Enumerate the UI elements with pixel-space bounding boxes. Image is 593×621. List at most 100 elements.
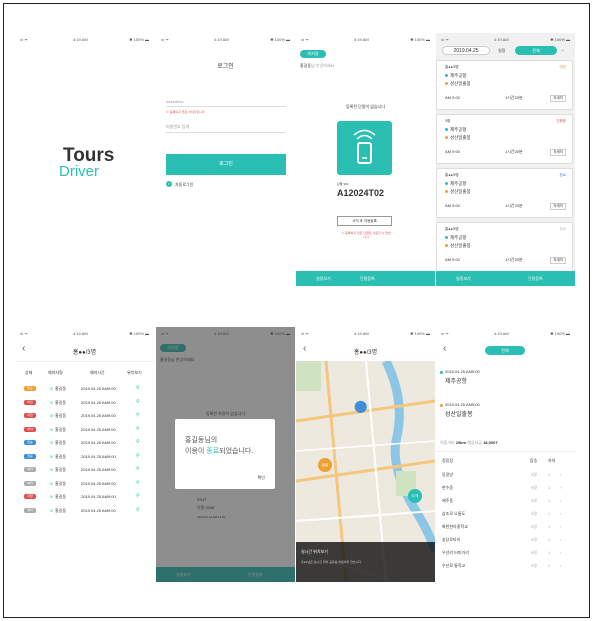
start-pin[interactable]: 출발: [318, 458, 332, 472]
dialog-line1: 홍길동님의: [185, 437, 218, 444]
col-alight: 하차: [548, 458, 556, 463]
location-pin-icon[interactable]: ⚲: [136, 412, 140, 418]
location-pin-icon[interactable]: ⚲: [136, 466, 140, 472]
stop-dot: [440, 404, 443, 407]
col-status: 상태: [25, 370, 33, 375]
location-pin-icon[interactable]: ⚲: [136, 493, 140, 499]
passenger-row[interactable]: 예약 ☏ 홍길동 2019.04.25 AM9:00 ⚲: [15, 466, 154, 477]
sn-value: A12024T02: [337, 188, 385, 198]
stop1-time: 2015.04.25 AM9:00: [445, 369, 480, 374]
passenger-row[interactable]: 탑승 ☏ 홍길동 2019.04.25 AM9:00 ⚲: [15, 385, 154, 396]
id-input[interactable]: toursdrive: [166, 99, 286, 107]
nav-device[interactable]: 단말등록: [360, 276, 375, 282]
passenger-row[interactable]: 예약 ☏ 홍길동 2019.04.25 AM9:00 ⚲: [15, 480, 154, 491]
card-from-name: 제주공항: [450, 127, 467, 132]
chevron-down-icon[interactable]: ⌄: [561, 47, 564, 52]
card-duration: 1시간20분: [505, 203, 523, 208]
alight-count: 1: [548, 485, 551, 490]
date-selector[interactable]: 2019.04.25: [442, 46, 490, 55]
card-detail-button[interactable]: 자세히: [550, 95, 566, 102]
card-detail-button[interactable]: 자세히: [550, 203, 566, 210]
realtime-text: 홍●●님은 실시간 위치 공유를 허용하지 않습니다.: [301, 560, 363, 564]
phone-icon[interactable]: ☏: [49, 481, 54, 486]
location-pin-icon[interactable]: ⚲: [136, 439, 140, 445]
passenger-row[interactable]: 미탑 ☏ 홍길동 2019.04.25 AM9:00 ⚲: [15, 412, 154, 423]
auto-login-checkbox[interactable]: ✓: [166, 181, 172, 187]
nav-device[interactable]: 단말등록: [528, 276, 543, 282]
phone-icon[interactable]: ☏: [49, 454, 54, 459]
card-from-name: 제주공항: [450, 181, 467, 186]
passenger-row[interactable]: 탑승 ☏ 홍길동 2019.04.25 AM9:00 ⚲: [15, 439, 154, 450]
passenger-row[interactable]: 예약 ☏ 홍길동 2019.04.25 AM9:00 ⚲: [15, 507, 154, 518]
schedule-card[interactable]: 홍●●/3명 완료 제주공항 성산일출봉 AM 9:00 1시간20분 자세히: [436, 168, 573, 218]
card-detail-button[interactable]: 자세히: [550, 257, 566, 264]
confirm-button[interactable]: 확인: [258, 475, 265, 481]
location-pin-icon[interactable]: ⚲: [136, 507, 140, 513]
from-dot: [445, 236, 448, 239]
passenger-row[interactable]: 하차 ☏ 홍길동 2019.04.25 AM9:00 ⚲: [15, 426, 154, 437]
schedule-card[interactable]: 3명 진행중 제주공항 성산일출봉 AM 9:00 1시간20분 자세히: [436, 114, 573, 164]
passenger-time: 2019.04.25 AM9:00: [81, 399, 116, 405]
status-badge: 미탑: [24, 494, 36, 499]
card-count: 홍●●/3명: [445, 65, 459, 69]
status-badge: 탑승: [24, 386, 36, 391]
nav-schedule[interactable]: 일정보기: [316, 276, 331, 282]
distance-label: 이동거리: [440, 440, 455, 445]
login-button[interactable]: 로그인: [166, 154, 286, 175]
phone-icon[interactable]: ☏: [49, 427, 54, 432]
splash-screen: ııl ᯤ 4:19 AM ✱ 100% ▬ Tours Driver: [15, 33, 154, 285]
filter-pill[interactable]: 전체: [485, 346, 525, 355]
stop-name: 우선리 터미거리: [442, 550, 469, 555]
filter-dropdown[interactable]: 전체: [515, 46, 557, 55]
passenger-name: 홍길동: [55, 453, 67, 459]
stop1-name: 제주공항: [445, 379, 468, 385]
passenger-time: 2019.04.25 AM9:00: [81, 467, 116, 472]
phone-icon[interactable]: ☏: [49, 400, 54, 405]
card-status: 완료: [559, 173, 566, 177]
location-pin-icon[interactable]: ⚲: [136, 426, 140, 432]
status-badge: 예약: [24, 467, 36, 472]
card-to-name: 성산일출봉: [450, 135, 471, 140]
location-pin-icon[interactable]: ⚲: [136, 385, 140, 391]
status-bar: ııl ᯤ 4:19 AM ✱ 100% ▬: [436, 33, 575, 45]
end-pin[interactable]: 도착: [408, 489, 422, 503]
passenger-title: 홍●●/3명: [72, 350, 97, 356]
nav-schedule[interactable]: 일정보기: [456, 276, 471, 282]
back-icon[interactable]: ‹: [443, 343, 446, 354]
location-pin-icon[interactable]: ⚲: [136, 399, 140, 405]
auto-register-button[interactable]: 사직 후 자동등록: [337, 216, 392, 226]
stop-name: 동광양: [442, 472, 454, 477]
passenger-list-screen: ııl ᯤ 4:19 AM ✱ 100% ▬ ‹ 홍●●/3명 상태 예약자명 예약…: [15, 327, 154, 582]
card-detail-button[interactable]: 자세히: [550, 149, 566, 156]
card-time: AM 9:00: [445, 149, 460, 154]
passenger-row[interactable]: 미탑 ☏ 홍길동 2019.04.25 AM9:00 ⚲: [15, 399, 154, 410]
password-input[interactable]: 비밀번호 입력: [166, 124, 286, 133]
card-status: 진행중: [556, 119, 566, 123]
schedule-card[interactable]: 홍●●/3명 취소 제주공항 성산일출봉 AM 9:00 1시간20분 자세히: [436, 222, 573, 272]
schedule-card[interactable]: 홍●●/3명 예정 제주공항 성산일출봉 AM 9:00 1시간20분 자세히: [436, 60, 573, 110]
distance-value: 29km: [455, 440, 467, 445]
sn-label: 단말 S/N: [337, 182, 349, 186]
device-screen: ııl ᯤ 4:19 AM ✱ 100% ▬ 미지정 홍길동님 안녕하세요. 등록된…: [296, 33, 435, 286]
location-pin-icon[interactable]: ⚲: [136, 453, 140, 459]
status-time: 4:19 AM: [214, 37, 229, 42]
passenger-row[interactable]: 미탑 ☏ 홍길동 2019.04.25 AM9:00 ⚲: [15, 493, 154, 504]
divider: [436, 451, 575, 452]
device-illustration: [337, 121, 392, 175]
location-pin-icon[interactable]: ⚲: [136, 480, 140, 486]
from-dot: [445, 182, 448, 185]
phone-icon[interactable]: ☏: [49, 508, 54, 513]
signal-icon: ııl ᯤ: [20, 331, 28, 336]
board-count: 0명: [531, 485, 537, 490]
phone-icon[interactable]: ☏: [49, 494, 54, 499]
card-duration: 1시간20분: [505, 257, 523, 262]
phone-icon[interactable]: ☏: [49, 440, 54, 445]
dialog-line2: 이용이 종료되었습니다.: [185, 446, 253, 456]
phone-icon[interactable]: ☏: [49, 413, 54, 418]
phone-icon[interactable]: ☏: [49, 467, 54, 472]
stop-name: 한수동: [442, 485, 454, 490]
phone-icon[interactable]: ☏: [49, 386, 54, 391]
stop2-time: 2019.04.25 AM9:00: [445, 402, 480, 407]
passenger-row[interactable]: 탑승 ☏ 홍길동 2019.04.25 AM9:00 ⚲: [15, 453, 154, 464]
passenger-name: 홍길동: [55, 399, 67, 405]
